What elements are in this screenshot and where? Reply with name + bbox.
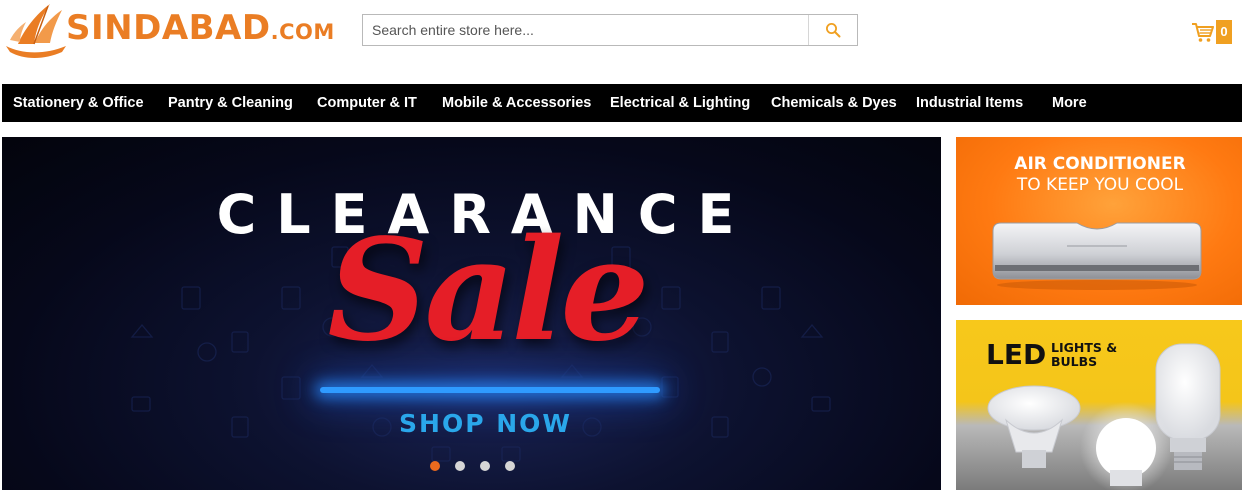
carousel-dots (430, 461, 515, 471)
nav-item-mobile-accessories[interactable]: Mobile & Accessories (442, 84, 591, 122)
site-logo[interactable]: SINDABAD.COM (4, 0, 334, 62)
search-bar (362, 14, 858, 46)
nav-item-more[interactable]: More (1052, 84, 1087, 122)
main-nav: Stationery & Office Pantry & Cleaning Co… (2, 84, 1242, 122)
search-button[interactable] (808, 15, 857, 45)
logo-wordmark: SINDABAD.COM (66, 8, 335, 48)
search-input[interactable] (363, 15, 809, 45)
banner-led-lights[interactable]: LED LIGHTS & BULBS (956, 320, 1242, 490)
nav-item-electrical-lighting[interactable]: Electrical & Lighting (610, 84, 750, 122)
hero-banner-clearance-sale[interactable]: CLEARANCE Sale SHOP NOW (2, 137, 941, 490)
hero-sale-text: Sale (327, 209, 649, 373)
air-conditioner-image (992, 222, 1202, 290)
carousel-dot-1[interactable] (430, 461, 440, 471)
nav-item-industrial-items[interactable]: Industrial Items (916, 84, 1023, 122)
cart-count-badge: 0 (1216, 20, 1232, 44)
hero-glow-line (320, 387, 660, 393)
led-banner-subtitle-line2: BULBS (1051, 354, 1098, 369)
nav-item-chemicals-dyes[interactable]: Chemicals & Dyes (771, 84, 897, 122)
cart-icon (1192, 23, 1214, 42)
led-banner-subtitle-line1: LIGHTS & (1051, 340, 1118, 355)
nav-item-computer-it[interactable]: Computer & IT (317, 84, 417, 122)
logo-main-text: SINDABAD (66, 8, 271, 48)
shop-now-button[interactable]: SHOP NOW (2, 409, 941, 438)
carousel-dot-2[interactable] (455, 461, 465, 471)
cart-button[interactable]: 0 (1191, 20, 1243, 46)
ac-banner-subtitle: TO KEEP YOU COOL (1016, 175, 1184, 195)
carousel-dot-3[interactable] (480, 461, 490, 471)
led-banner-title: LED (986, 338, 1047, 371)
search-icon (826, 23, 841, 38)
carousel-dot-4[interactable] (505, 461, 515, 471)
nav-item-stationery-office[interactable]: Stationery & Office (13, 84, 144, 122)
ship-logo-icon (6, 4, 66, 58)
banner-air-conditioner[interactable]: AIR CONDITIONER TO KEEP YOU COOL (956, 137, 1242, 305)
nav-item-pantry-cleaning[interactable]: Pantry & Cleaning (168, 84, 293, 122)
ac-banner-title: AIR CONDITIONER (1014, 154, 1186, 174)
logo-suffix-text: .COM (270, 20, 335, 44)
